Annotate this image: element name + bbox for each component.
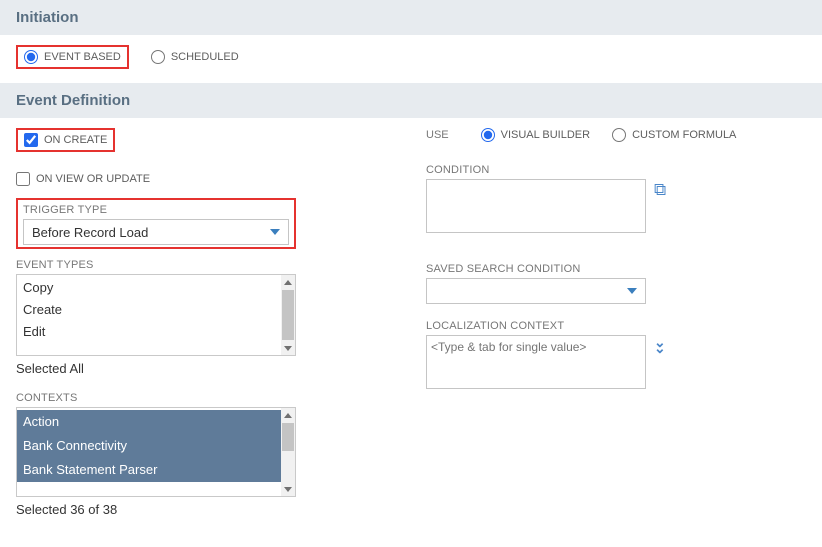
list-item[interactable]: Edit: [23, 321, 275, 343]
expand-icon[interactable]: ⧉: [654, 179, 666, 198]
highlight-trigger-type: TRIGGER TYPE Before Record Load: [16, 198, 296, 249]
highlight-on-create: ON CREATE: [16, 128, 115, 152]
left-column: ON CREATE ON VIEW OR UPDATE TRIGGER TYPE…: [16, 128, 296, 533]
event-types-label: EVENT TYPES: [16, 259, 296, 271]
contexts-list[interactable]: Action Bank Connectivity Bank Statement …: [16, 407, 296, 497]
highlight-event-based: EVENT BASED: [16, 45, 129, 69]
list-item[interactable]: Action: [17, 410, 281, 434]
chevron-down-icon: [270, 229, 280, 235]
chevron-down-icon: [627, 288, 637, 294]
radio-event-based[interactable]: EVENT BASED: [24, 50, 121, 64]
scroll-up-icon[interactable]: [281, 275, 295, 289]
radio-scheduled-input[interactable]: [151, 50, 165, 64]
section-header-event-definition: Event Definition: [0, 83, 822, 118]
localization-textarea[interactable]: [426, 335, 646, 389]
list-item[interactable]: Create: [23, 299, 275, 321]
event-types-helper: Selected All: [16, 361, 296, 376]
scroll-down-icon[interactable]: [281, 341, 295, 355]
check-on-create-label: ON CREATE: [44, 134, 107, 146]
condition-textarea[interactable]: [426, 179, 646, 233]
localization-label: LOCALIZATION CONTEXT: [426, 320, 776, 332]
double-chevron-down-icon[interactable]: ⌄⌄: [654, 335, 666, 351]
radio-custom-formula[interactable]: CUSTOM FORMULA: [612, 128, 736, 142]
radio-scheduled[interactable]: SCHEDULED: [151, 50, 239, 64]
check-on-create[interactable]: ON CREATE: [24, 133, 107, 147]
saved-search-select[interactable]: [426, 278, 646, 304]
event-definition-body: ON CREATE ON VIEW OR UPDATE TRIGGER TYPE…: [0, 118, 822, 547]
scroll-thumb[interactable]: [282, 423, 294, 451]
check-on-view-update[interactable]: ON VIEW OR UPDATE: [16, 172, 296, 186]
check-on-view-update-label: ON VIEW OR UPDATE: [36, 173, 150, 185]
contexts-helper: Selected 36 of 38: [16, 502, 296, 517]
trigger-type-select[interactable]: Before Record Load: [23, 219, 289, 245]
use-label: USE: [426, 129, 449, 141]
trigger-type-label: TRIGGER TYPE: [23, 204, 289, 216]
radio-custom-formula-label: CUSTOM FORMULA: [632, 129, 736, 141]
right-column: USE VISUAL BUILDER CUSTOM FORMULA CONDIT…: [426, 128, 776, 533]
section-header-initiation: Initiation: [0, 0, 822, 35]
scroll-down-icon[interactable]: [281, 482, 295, 496]
saved-search-label: SAVED SEARCH CONDITION: [426, 263, 776, 275]
condition-label: CONDITION: [426, 164, 776, 176]
check-on-create-input[interactable]: [24, 133, 38, 147]
radio-scheduled-label: SCHEDULED: [171, 51, 239, 63]
initiation-body: EVENT BASED SCHEDULED: [0, 35, 822, 83]
event-types-list[interactable]: Copy Create Edit: [16, 274, 296, 356]
list-item[interactable]: Copy: [23, 277, 275, 299]
radio-custom-formula-input[interactable]: [612, 128, 626, 142]
scrollbar[interactable]: [281, 275, 295, 355]
radio-event-based-label: EVENT BASED: [44, 51, 121, 63]
trigger-type-value: Before Record Load: [32, 225, 148, 240]
list-item[interactable]: Bank Connectivity: [17, 434, 281, 458]
radio-visual-builder[interactable]: VISUAL BUILDER: [481, 128, 590, 142]
scroll-thumb[interactable]: [282, 290, 294, 340]
check-on-view-update-input[interactable]: [16, 172, 30, 186]
scrollbar[interactable]: [281, 408, 295, 496]
contexts-label: CONTEXTS: [16, 392, 296, 404]
radio-visual-builder-input[interactable]: [481, 128, 495, 142]
radio-event-based-input[interactable]: [24, 50, 38, 64]
scroll-up-icon[interactable]: [281, 408, 295, 422]
radio-visual-builder-label: VISUAL BUILDER: [501, 129, 590, 141]
list-item[interactable]: Bank Statement Parser: [17, 458, 281, 482]
